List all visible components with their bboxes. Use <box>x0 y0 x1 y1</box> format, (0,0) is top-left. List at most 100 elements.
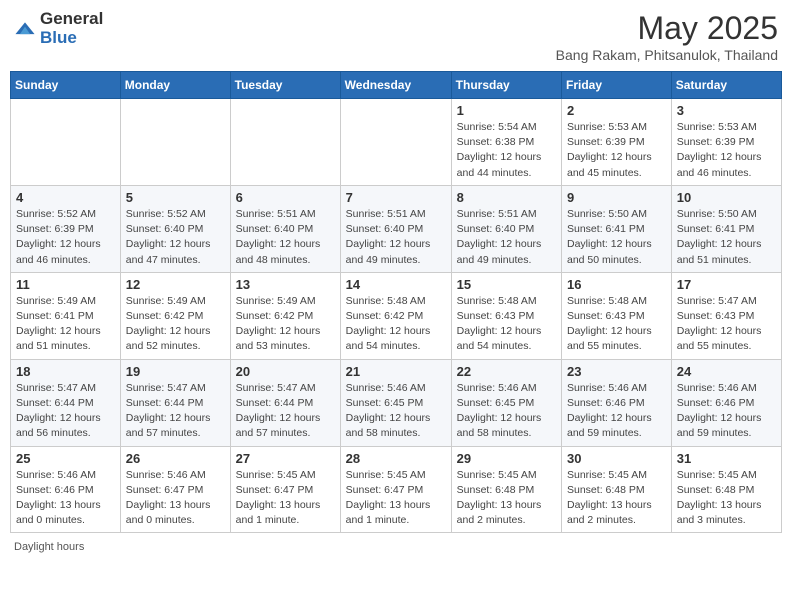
header-day: Thursday <box>451 72 561 99</box>
calendar-cell: 16 Sunrise: 5:48 AM Sunset: 6:43 PM Dayli… <box>562 272 672 359</box>
calendar-header: SundayMondayTuesdayWednesdayThursdayFrid… <box>11 72 782 99</box>
calendar-week-row: 11 Sunrise: 5:49 AM Sunset: 6:41 PM Dayli… <box>11 272 782 359</box>
header-row: SundayMondayTuesdayWednesdayThursdayFrid… <box>11 72 782 99</box>
day-number: 6 <box>236 190 335 205</box>
day-info: Sunrise: 5:45 AM Sunset: 6:47 PM Dayligh… <box>236 468 335 529</box>
calendar-cell: 29 Sunrise: 5:45 AM Sunset: 6:48 PM Dayli… <box>451 446 561 533</box>
day-number: 8 <box>457 190 556 205</box>
day-info: Sunrise: 5:46 AM Sunset: 6:46 PM Dayligh… <box>567 381 666 442</box>
day-number: 26 <box>126 451 225 466</box>
calendar-week-row: 1Sunrise: 5:54 AM Sunset: 6:38 PM Daylig… <box>11 99 782 186</box>
calendar-cell: 1Sunrise: 5:54 AM Sunset: 6:38 PM Daylig… <box>451 99 561 186</box>
day-info: Sunrise: 5:49 AM Sunset: 6:42 PM Dayligh… <box>126 294 225 355</box>
calendar-cell: 27 Sunrise: 5:45 AM Sunset: 6:47 PM Dayli… <box>230 446 340 533</box>
day-info: Sunrise: 5:45 AM Sunset: 6:48 PM Dayligh… <box>457 468 556 529</box>
day-info: Sunrise: 5:46 AM Sunset: 6:45 PM Dayligh… <box>346 381 446 442</box>
calendar-cell: 19 Sunrise: 5:47 AM Sunset: 6:44 PM Dayli… <box>120 359 230 446</box>
day-number: 20 <box>236 364 335 379</box>
day-info: Sunrise: 5:47 AM Sunset: 6:44 PM Dayligh… <box>16 381 115 442</box>
calendar-cell: 20 Sunrise: 5:47 AM Sunset: 6:44 PM Dayli… <box>230 359 340 446</box>
day-number: 2 <box>567 103 666 118</box>
day-info: Sunrise: 5:46 AM Sunset: 6:46 PM Dayligh… <box>16 468 115 529</box>
calendar-cell: 13 Sunrise: 5:49 AM Sunset: 6:42 PM Dayli… <box>230 272 340 359</box>
day-number: 23 <box>567 364 666 379</box>
calendar-cell: 25 Sunrise: 5:46 AM Sunset: 6:46 PM Dayli… <box>11 446 121 533</box>
calendar-cell: 3Sunrise: 5:53 AM Sunset: 6:39 PM Daylig… <box>671 99 781 186</box>
day-number: 12 <box>126 277 225 292</box>
day-number: 15 <box>457 277 556 292</box>
calendar-cell: 18 Sunrise: 5:47 AM Sunset: 6:44 PM Dayli… <box>11 359 121 446</box>
header-day: Tuesday <box>230 72 340 99</box>
day-number: 24 <box>677 364 776 379</box>
logo: General Blue <box>14 10 103 47</box>
day-number: 5 <box>126 190 225 205</box>
day-number: 10 <box>677 190 776 205</box>
day-number: 29 <box>457 451 556 466</box>
day-info: Sunrise: 5:45 AM Sunset: 6:47 PM Dayligh… <box>346 468 446 529</box>
day-info: Sunrise: 5:53 AM Sunset: 6:39 PM Dayligh… <box>567 120 666 181</box>
logo-general: General <box>40 10 103 29</box>
calendar-cell: 24 Sunrise: 5:46 AM Sunset: 6:46 PM Dayli… <box>671 359 781 446</box>
calendar-cell: 2 Sunrise: 5:53 AM Sunset: 6:39 PM Daylig… <box>562 99 672 186</box>
calendar-cell: 12 Sunrise: 5:49 AM Sunset: 6:42 PM Dayli… <box>120 272 230 359</box>
calendar-cell: 4 Sunrise: 5:52 AM Sunset: 6:39 PM Daylig… <box>11 185 121 272</box>
header-day: Sunday <box>11 72 121 99</box>
day-info: Sunrise: 5:51 AM Sunset: 6:40 PM Dayligh… <box>457 207 556 268</box>
header-day: Monday <box>120 72 230 99</box>
day-info: Sunrise: 5:45 AM Sunset: 6:48 PM Dayligh… <box>677 468 776 529</box>
day-number: 21 <box>346 364 446 379</box>
day-number: 13 <box>236 277 335 292</box>
calendar-cell: 5 Sunrise: 5:52 AM Sunset: 6:40 PM Daylig… <box>120 185 230 272</box>
day-info: Sunrise: 5:45 AM Sunset: 6:48 PM Dayligh… <box>567 468 666 529</box>
day-info: Sunrise: 5:48 AM Sunset: 6:43 PM Dayligh… <box>567 294 666 355</box>
calendar-cell <box>230 99 340 186</box>
day-info: Sunrise: 5:47 AM Sunset: 6:44 PM Dayligh… <box>126 381 225 442</box>
day-info: Sunrise: 5:52 AM Sunset: 6:40 PM Dayligh… <box>126 207 225 268</box>
day-number: 22 <box>457 364 556 379</box>
calendar-week-row: 4 Sunrise: 5:52 AM Sunset: 6:39 PM Daylig… <box>11 185 782 272</box>
day-number: 17 <box>677 277 776 292</box>
day-number: 4 <box>16 190 115 205</box>
page-header: General Blue May 2025 Bang Rakam, Phitsa… <box>10 10 782 63</box>
calendar-cell: 7 Sunrise: 5:51 AM Sunset: 6:40 PM Daylig… <box>340 185 451 272</box>
day-info: Sunrise: 5:46 AM Sunset: 6:47 PM Dayligh… <box>126 468 225 529</box>
day-number: 31 <box>677 451 776 466</box>
calendar-cell: 17Sunrise: 5:47 AM Sunset: 6:43 PM Dayli… <box>671 272 781 359</box>
calendar-cell: 31 Sunrise: 5:45 AM Sunset: 6:48 PM Dayli… <box>671 446 781 533</box>
day-info: Sunrise: 5:49 AM Sunset: 6:41 PM Dayligh… <box>16 294 115 355</box>
day-number: 19 <box>126 364 225 379</box>
day-info: Sunrise: 5:46 AM Sunset: 6:46 PM Dayligh… <box>677 381 776 442</box>
day-number: 7 <box>346 190 446 205</box>
logo-blue: Blue <box>40 29 103 48</box>
day-number: 18 <box>16 364 115 379</box>
day-info: Sunrise: 5:49 AM Sunset: 6:42 PM Dayligh… <box>236 294 335 355</box>
calendar-cell: 15 Sunrise: 5:48 AM Sunset: 6:43 PM Dayli… <box>451 272 561 359</box>
calendar-body: 1Sunrise: 5:54 AM Sunset: 6:38 PM Daylig… <box>11 99 782 533</box>
calendar-cell: 22 Sunrise: 5:46 AM Sunset: 6:45 PM Dayli… <box>451 359 561 446</box>
day-number: 25 <box>16 451 115 466</box>
header-day: Wednesday <box>340 72 451 99</box>
day-info: Sunrise: 5:51 AM Sunset: 6:40 PM Dayligh… <box>346 207 446 268</box>
calendar-cell <box>340 99 451 186</box>
calendar-cell <box>11 99 121 186</box>
day-info: Sunrise: 5:52 AM Sunset: 6:39 PM Dayligh… <box>16 207 115 268</box>
day-info: Sunrise: 5:50 AM Sunset: 6:41 PM Dayligh… <box>677 207 776 268</box>
day-info: Sunrise: 5:46 AM Sunset: 6:45 PM Dayligh… <box>457 381 556 442</box>
calendar-cell: 30Sunrise: 5:45 AM Sunset: 6:48 PM Dayli… <box>562 446 672 533</box>
day-number: 28 <box>346 451 446 466</box>
calendar-cell: 8 Sunrise: 5:51 AM Sunset: 6:40 PM Daylig… <box>451 185 561 272</box>
day-number: 27 <box>236 451 335 466</box>
calendar-cell: 11 Sunrise: 5:49 AM Sunset: 6:41 PM Dayli… <box>11 272 121 359</box>
calendar-cell: 10 Sunrise: 5:50 AM Sunset: 6:41 PM Dayli… <box>671 185 781 272</box>
day-number: 16 <box>567 277 666 292</box>
calendar-cell: 26 Sunrise: 5:46 AM Sunset: 6:47 PM Dayli… <box>120 446 230 533</box>
day-number: 11 <box>16 277 115 292</box>
calendar-cell <box>120 99 230 186</box>
day-info: Sunrise: 5:53 AM Sunset: 6:39 PM Dayligh… <box>677 120 776 181</box>
day-info: Sunrise: 5:47 AM Sunset: 6:44 PM Dayligh… <box>236 381 335 442</box>
logo-icon <box>14 18 36 40</box>
header-day: Saturday <box>671 72 781 99</box>
subtitle: Bang Rakam, Phitsanulok, Thailand <box>556 47 778 63</box>
calendar-cell: 9Sunrise: 5:50 AM Sunset: 6:41 PM Daylig… <box>562 185 672 272</box>
day-info: Sunrise: 5:48 AM Sunset: 6:43 PM Dayligh… <box>457 294 556 355</box>
